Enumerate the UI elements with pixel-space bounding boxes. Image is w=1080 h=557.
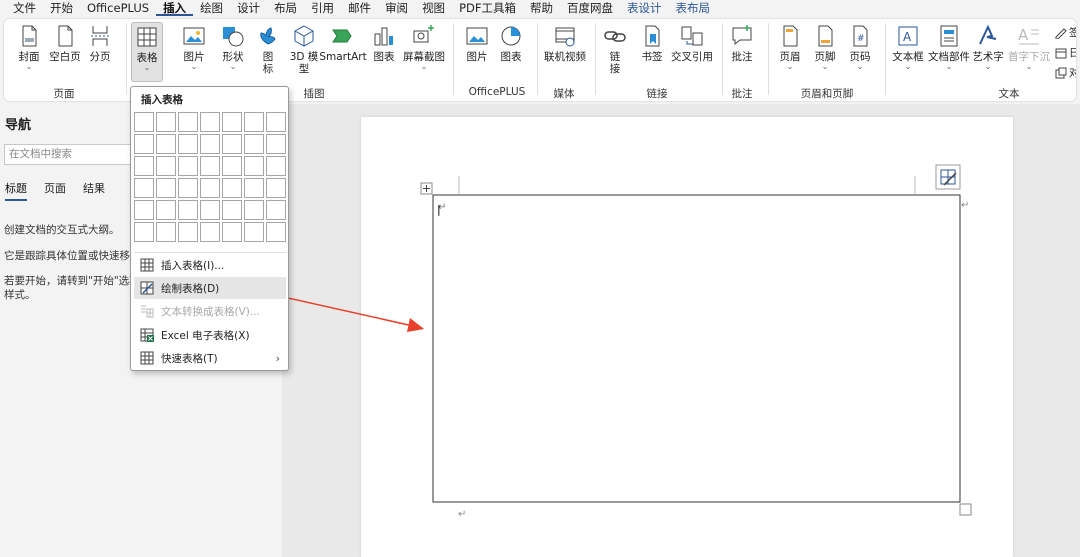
table-grid-cell[interactable] (244, 134, 264, 154)
table-grid-cell[interactable] (178, 178, 198, 198)
table-move-handle-icon[interactable] (420, 182, 433, 195)
submenu-chevron-icon: › (275, 351, 280, 365)
table-grid-cell[interactable] (178, 112, 198, 132)
table-grid-cell[interactable] (156, 222, 176, 242)
table-grid-cell[interactable] (200, 112, 220, 132)
table-grid-cell[interactable] (156, 134, 176, 154)
table-grid-cell[interactable] (222, 112, 242, 132)
draw-table-icon (140, 281, 154, 295)
table-grid-cell[interactable] (200, 156, 220, 176)
table-grid-cell[interactable] (178, 222, 198, 242)
row-end-mark: ↵ (961, 200, 969, 211)
table-grid-cell[interactable] (222, 134, 242, 154)
table-grid-cell[interactable] (244, 112, 264, 132)
table-grid-cell[interactable] (266, 178, 286, 198)
table-grid-cell[interactable] (178, 200, 198, 220)
annotation-arrow-head (407, 318, 424, 332)
table-grid-cell[interactable] (200, 134, 220, 154)
excel-icon (140, 328, 154, 342)
quick-table-icon (140, 351, 154, 365)
table-grid-cell[interactable] (244, 156, 264, 176)
table-grid-cell[interactable] (156, 200, 176, 220)
draw-table-pencil-icon[interactable] (935, 164, 961, 190)
text-cursor: | (437, 203, 441, 216)
table-grid-cell[interactable] (156, 112, 176, 132)
table-grid-cell[interactable] (266, 112, 286, 132)
table-grid-cell[interactable] (178, 156, 198, 176)
table-grid-cell[interactable] (244, 222, 264, 242)
table-grid-cell[interactable] (222, 222, 242, 242)
convert-text-icon (141, 305, 154, 318)
table-resize-handle[interactable] (959, 503, 972, 516)
table-grid-cell[interactable] (200, 222, 220, 242)
table-grid-cell[interactable] (266, 134, 286, 154)
table-grid-cell[interactable] (222, 156, 242, 176)
convert-text-to-table-menu-item[interactable]: 文本转换成表格(V)... (134, 300, 286, 322)
table-icon (140, 258, 154, 272)
table-grid-cell[interactable] (134, 222, 154, 242)
table-grid-cell[interactable] (134, 178, 154, 198)
table-grid-cell[interactable] (134, 134, 154, 154)
insert-table-dropdown: 插入表格 插入表格(I)... 绘制表格(D) 文本转换成表格(V)... Ex… (130, 86, 289, 371)
draw-table-menu-item[interactable]: 绘制表格(D) (134, 277, 286, 299)
table-grid-cell[interactable] (156, 156, 176, 176)
after-table-paragraph-mark: ↵ (458, 509, 466, 520)
table-grid-cell[interactable] (266, 200, 286, 220)
table-grid-cell[interactable] (178, 134, 198, 154)
table-grid-cell[interactable] (134, 112, 154, 132)
popup-title: 插入表格 (141, 94, 183, 106)
table-grid-cell[interactable] (200, 200, 220, 220)
table-grid-cell[interactable] (244, 178, 264, 198)
table-grid-cell[interactable] (134, 200, 154, 220)
table-grid-cell[interactable] (266, 222, 286, 242)
table-grid-cell[interactable] (200, 178, 220, 198)
excel-spreadsheet-menu-item[interactable]: Excel 电子表格(X) (134, 324, 286, 346)
table-grid-cell[interactable] (156, 178, 176, 198)
table-grid-cell[interactable] (266, 156, 286, 176)
table-size-grid[interactable] (134, 112, 286, 242)
drawn-table[interactable] (432, 194, 961, 503)
table-grid-cell[interactable] (222, 178, 242, 198)
table-grid-cell[interactable] (222, 200, 242, 220)
table-grid-cell[interactable] (244, 200, 264, 220)
insert-table-menu-item[interactable]: 插入表格(I)... (134, 254, 286, 276)
quick-tables-menu-item[interactable]: 快速表格(T) › (134, 347, 286, 369)
table-grid-cell[interactable] (134, 156, 154, 176)
